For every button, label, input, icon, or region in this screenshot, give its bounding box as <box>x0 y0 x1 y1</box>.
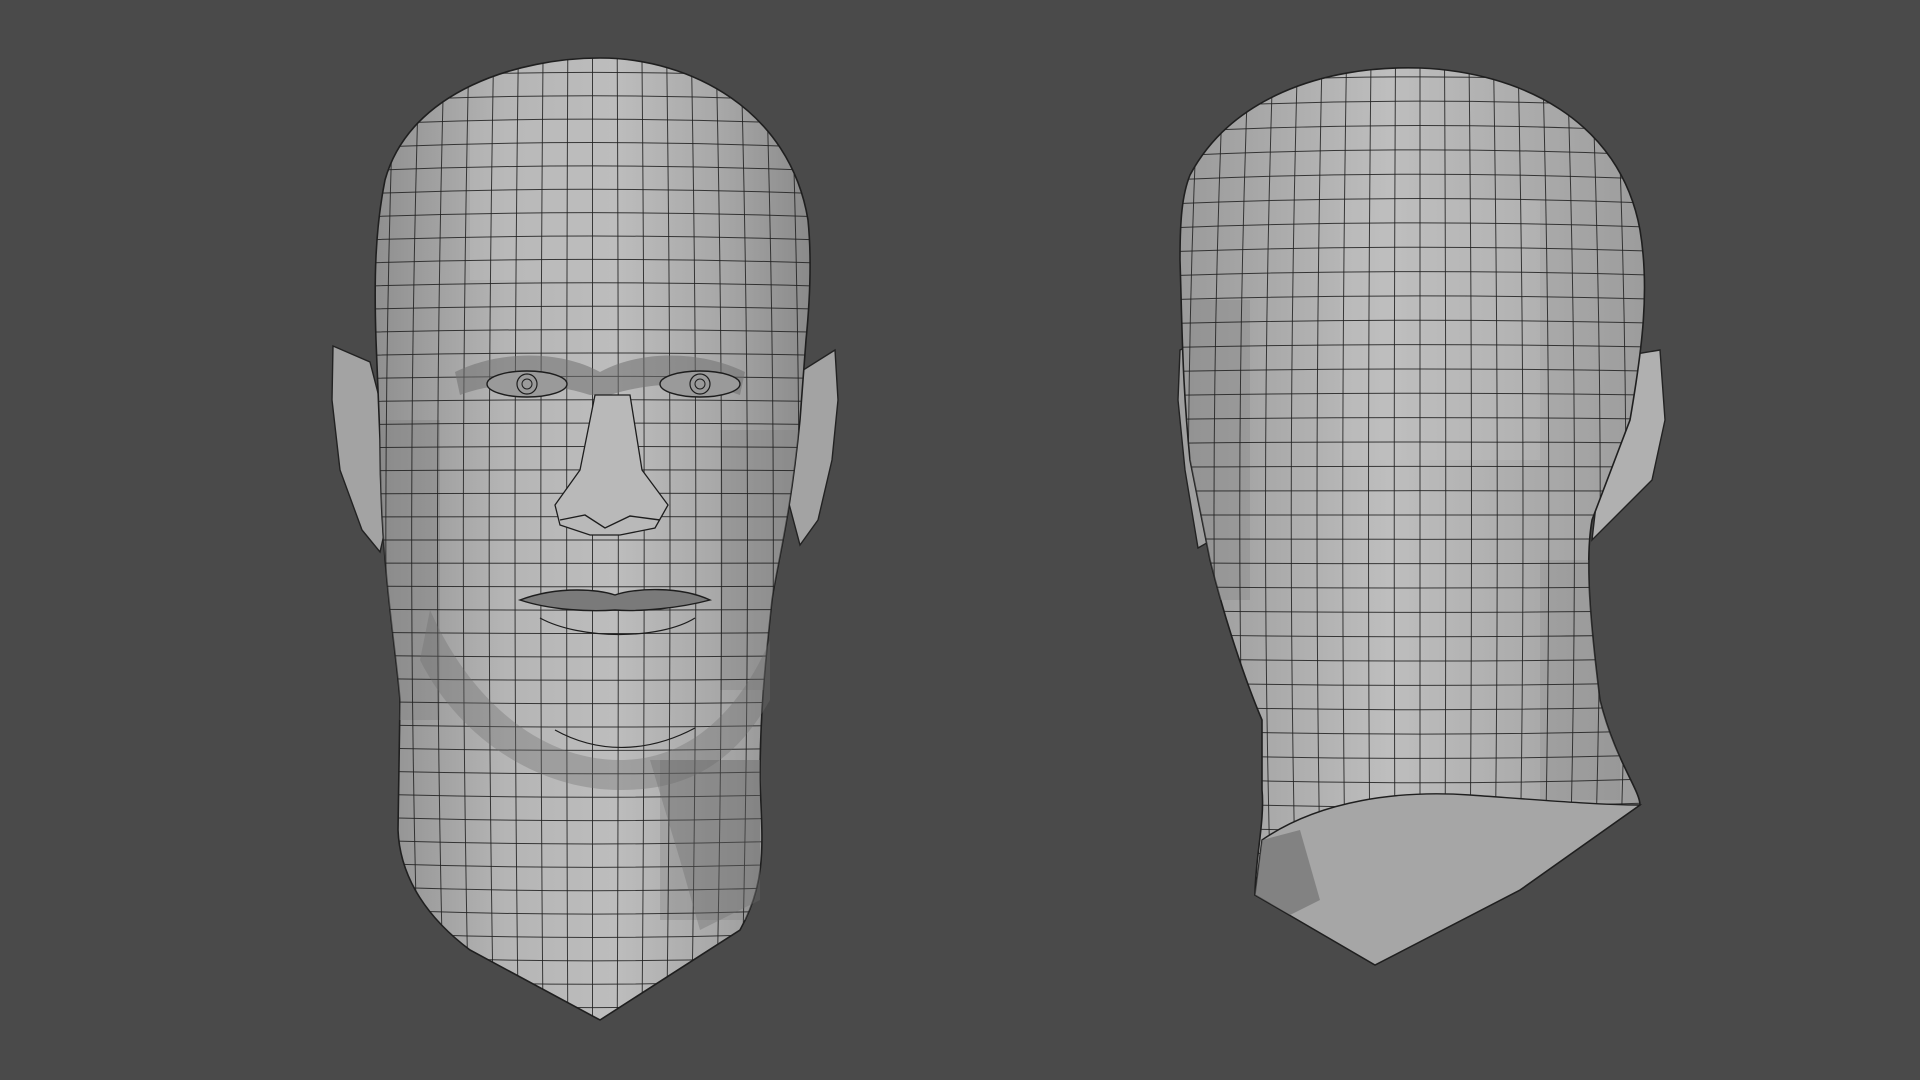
viewport-background <box>0 0 1920 1080</box>
left-eye <box>486 370 568 398</box>
viewport-canvas[interactable] <box>0 0 1920 1080</box>
right-eye <box>659 370 741 398</box>
3d-viewport[interactable] <box>0 0 1920 1080</box>
